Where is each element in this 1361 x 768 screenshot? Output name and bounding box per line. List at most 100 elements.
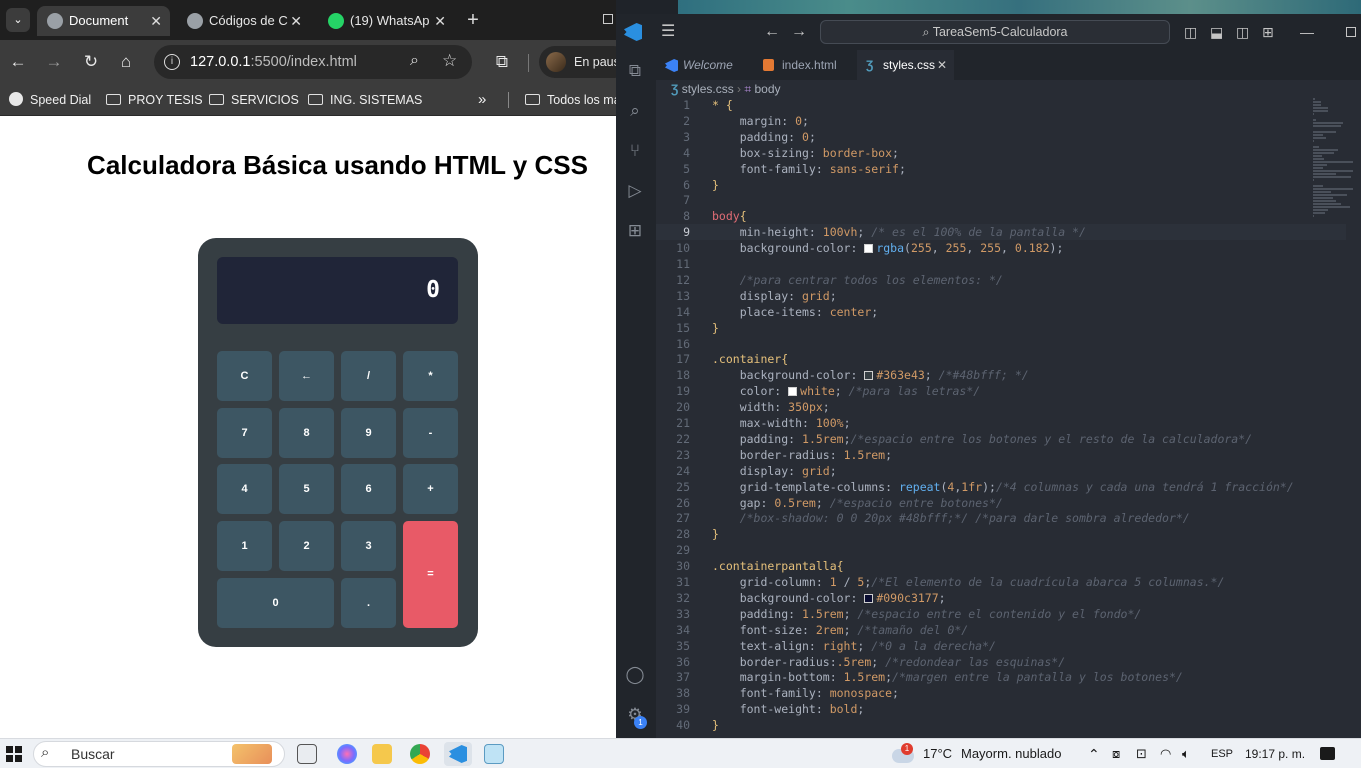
close-icon[interactable]: ✕	[290, 6, 302, 36]
key-5[interactable]: 5	[279, 464, 334, 514]
key-equals[interactable]: =	[403, 521, 458, 628]
key-4[interactable]: 4	[217, 464, 272, 514]
customize-layout-icon[interactable]: ⊞	[1262, 22, 1274, 42]
bookmark-ing-sistemas[interactable]: ING. SISTEMAS	[308, 84, 422, 116]
new-tab-button[interactable]: +	[462, 6, 484, 34]
code-line[interactable]: 13 display: grid;	[656, 288, 1346, 304]
key-subtract[interactable]: -	[403, 408, 458, 458]
toggle-sidebar-icon[interactable]: ◫	[1184, 22, 1197, 42]
code-line[interactable]: 36 border-radius:.5rem; /*redondear las …	[656, 654, 1346, 670]
volume-icon[interactable]: 🔈︎	[1182, 739, 1190, 768]
task-view-icon[interactable]	[297, 744, 317, 764]
code-line[interactable]: 7	[656, 192, 1346, 208]
vscode-taskbar-button[interactable]	[444, 742, 472, 766]
color-swatch[interactable]	[864, 371, 874, 381]
code-line[interactable]: 30 .containerpantalla{	[656, 558, 1346, 574]
color-swatch[interactable]	[864, 244, 874, 254]
code-line[interactable]: 29	[656, 542, 1346, 558]
tab-styles-css[interactable]: Ʒ styles.css ✕	[857, 50, 954, 80]
search-icon[interactable]: ⌕	[624, 100, 646, 122]
notifications-icon[interactable]	[1320, 747, 1335, 760]
code-line[interactable]: 23 border-radius: 1.5rem;	[656, 447, 1346, 463]
code-editor[interactable]: Ʒ styles.css › ⌗ body 1 * {2 margin: 0; 3 …	[656, 80, 1361, 738]
code-line[interactable]: 21 max-width: 100%;	[656, 415, 1346, 431]
run-debug-icon[interactable]: ▷	[624, 180, 646, 202]
code-line[interactable]: 4 box-sizing: border-box;	[656, 145, 1346, 161]
code-line[interactable]: 20 width: 350px;	[656, 399, 1346, 415]
key-7[interactable]: 7	[217, 408, 272, 458]
code-line[interactable]: 26 gap: 0.5rem; /*espacio entre botones*…	[656, 495, 1346, 511]
code-line[interactable]: 24 display: grid;	[656, 463, 1346, 479]
maximize-icon[interactable]	[1346, 27, 1356, 37]
address-bar[interactable]: i 127.0.0.1:5500/index.html ⌕ ☆	[154, 45, 472, 79]
code-line[interactable]: 19 color: white; /*para las letras*/	[656, 383, 1346, 399]
toggle-panel-icon[interactable]: ⬓	[1210, 22, 1223, 42]
clock[interactable]: 19:17 p. m.	[1245, 739, 1305, 768]
wifi-icon[interactable]: ◠	[1160, 739, 1171, 768]
key-backspace[interactable]: ←	[279, 351, 334, 401]
menu-icon[interactable]: ☰	[661, 22, 675, 42]
key-9[interactable]: 9	[341, 408, 396, 458]
explorer-icon[interactable]: ⧉	[624, 60, 646, 82]
code-line[interactable]: 22 padding: 1.5rem;/*espacio entre los b…	[656, 431, 1346, 447]
language-indicator[interactable]: ESP	[1211, 739, 1233, 768]
code-line[interactable]: 1 * {	[656, 97, 1346, 113]
code-line[interactable]: 9 min-height: 100vh; /* es el 100% de la…	[656, 224, 1346, 241]
extensions-icon[interactable]: ⧉	[490, 50, 514, 74]
key-divide[interactable]: /	[341, 351, 396, 401]
key-3[interactable]: 3	[341, 521, 396, 571]
windows-start-icon[interactable]	[6, 746, 22, 762]
tab-whatsapp[interactable]: (19) WhatsAp ✕	[318, 6, 454, 36]
search-highlight-icon[interactable]	[232, 744, 272, 764]
code-line[interactable]: 16	[656, 336, 1346, 352]
code-line[interactable]: 6}	[656, 177, 1346, 193]
code-line[interactable]: 12 /*para centrar todos los elementos: *…	[656, 272, 1346, 288]
code-line[interactable]: 35 text-align: right; /*0 a la derecha*/	[656, 638, 1346, 654]
close-icon[interactable]: ✕	[937, 50, 947, 80]
maximize-icon[interactable]	[603, 14, 613, 24]
breadcrumb-symbol[interactable]: body	[755, 82, 781, 96]
code-line[interactable]: 10 background-color: rgba(255, 255, 255,…	[656, 240, 1346, 256]
code-line[interactable]: 17 .container{	[656, 351, 1346, 367]
star-icon[interactable]: ☆	[442, 51, 457, 71]
code-line[interactable]: 14 place-items: center;	[656, 304, 1346, 320]
tray-app-icon[interactable]: ⧇	[1112, 739, 1120, 768]
toggle-secondary-sidebar-icon[interactable]: ◫	[1236, 22, 1249, 42]
close-icon[interactable]: ✕	[150, 6, 162, 36]
file-explorer-icon[interactable]	[372, 744, 392, 764]
code-line[interactable]: 37 margin-bottom: 1.5rem;/*margen entre …	[656, 669, 1346, 685]
tab-codigos[interactable]: Códigos de C ✕	[177, 6, 310, 36]
code-line[interactable]: 28}	[656, 526, 1346, 542]
code-line[interactable]: 18 background-color: #363e43; /*#48bfff;…	[656, 367, 1346, 383]
key-0[interactable]: 0	[217, 578, 334, 628]
weather-description[interactable]: Mayorm. nublado	[961, 739, 1061, 768]
bookmark-servicios[interactable]: SERVICIOS	[209, 84, 299, 116]
color-swatch[interactable]	[788, 387, 798, 397]
bookmark-all[interactable]: Todos los ma	[525, 84, 616, 116]
key-clear[interactable]: C	[217, 351, 272, 401]
code-line[interactable]: 33 padding: 1.5rem; /*espacio entre el c…	[656, 606, 1346, 622]
breadcrumb-file[interactable]: styles.css	[682, 82, 734, 96]
code-line[interactable]: 15}	[656, 320, 1346, 336]
command-center[interactable]: ⌕ TareaSem5-Calculadora	[820, 20, 1170, 44]
weather-temperature[interactable]: 17°C	[923, 739, 952, 768]
bookmarks-overflow-button[interactable]: »	[478, 84, 486, 116]
key-add[interactable]: +	[403, 464, 458, 514]
minimap[interactable]	[1313, 98, 1353, 248]
chrome-icon[interactable]	[410, 744, 430, 764]
bookmark-speed-dial[interactable]: Speed Dial	[9, 84, 91, 116]
extensions-icon[interactable]: ⊞	[624, 220, 646, 242]
zoom-icon[interactable]: ⌕	[410, 52, 419, 70]
profile-button[interactable]: En paus	[539, 46, 616, 78]
code-line[interactable]: 27 /*box-shadow: 0 0 20px #48bfff;*/ /*p…	[656, 510, 1346, 526]
key-8[interactable]: 8	[279, 408, 334, 458]
code-line[interactable]: 2 margin: 0;	[656, 113, 1346, 129]
code-line[interactable]: 39 font-weight: bold;	[656, 701, 1346, 717]
code-line[interactable]: 5 font-family: sans-serif;	[656, 161, 1346, 177]
code-line[interactable]: 25 grid-template-columns: repeat(4,1fr);…	[656, 479, 1346, 495]
tab-index-html[interactable]: index.html	[755, 50, 856, 80]
url-text[interactable]: 127.0.0.1:5500/index.html	[190, 45, 357, 79]
tray-display-icon[interactable]: ⊡	[1136, 739, 1147, 768]
code-line[interactable]: 3 padding: 0;	[656, 129, 1346, 145]
code-line[interactable]: 8 body{	[656, 208, 1346, 224]
